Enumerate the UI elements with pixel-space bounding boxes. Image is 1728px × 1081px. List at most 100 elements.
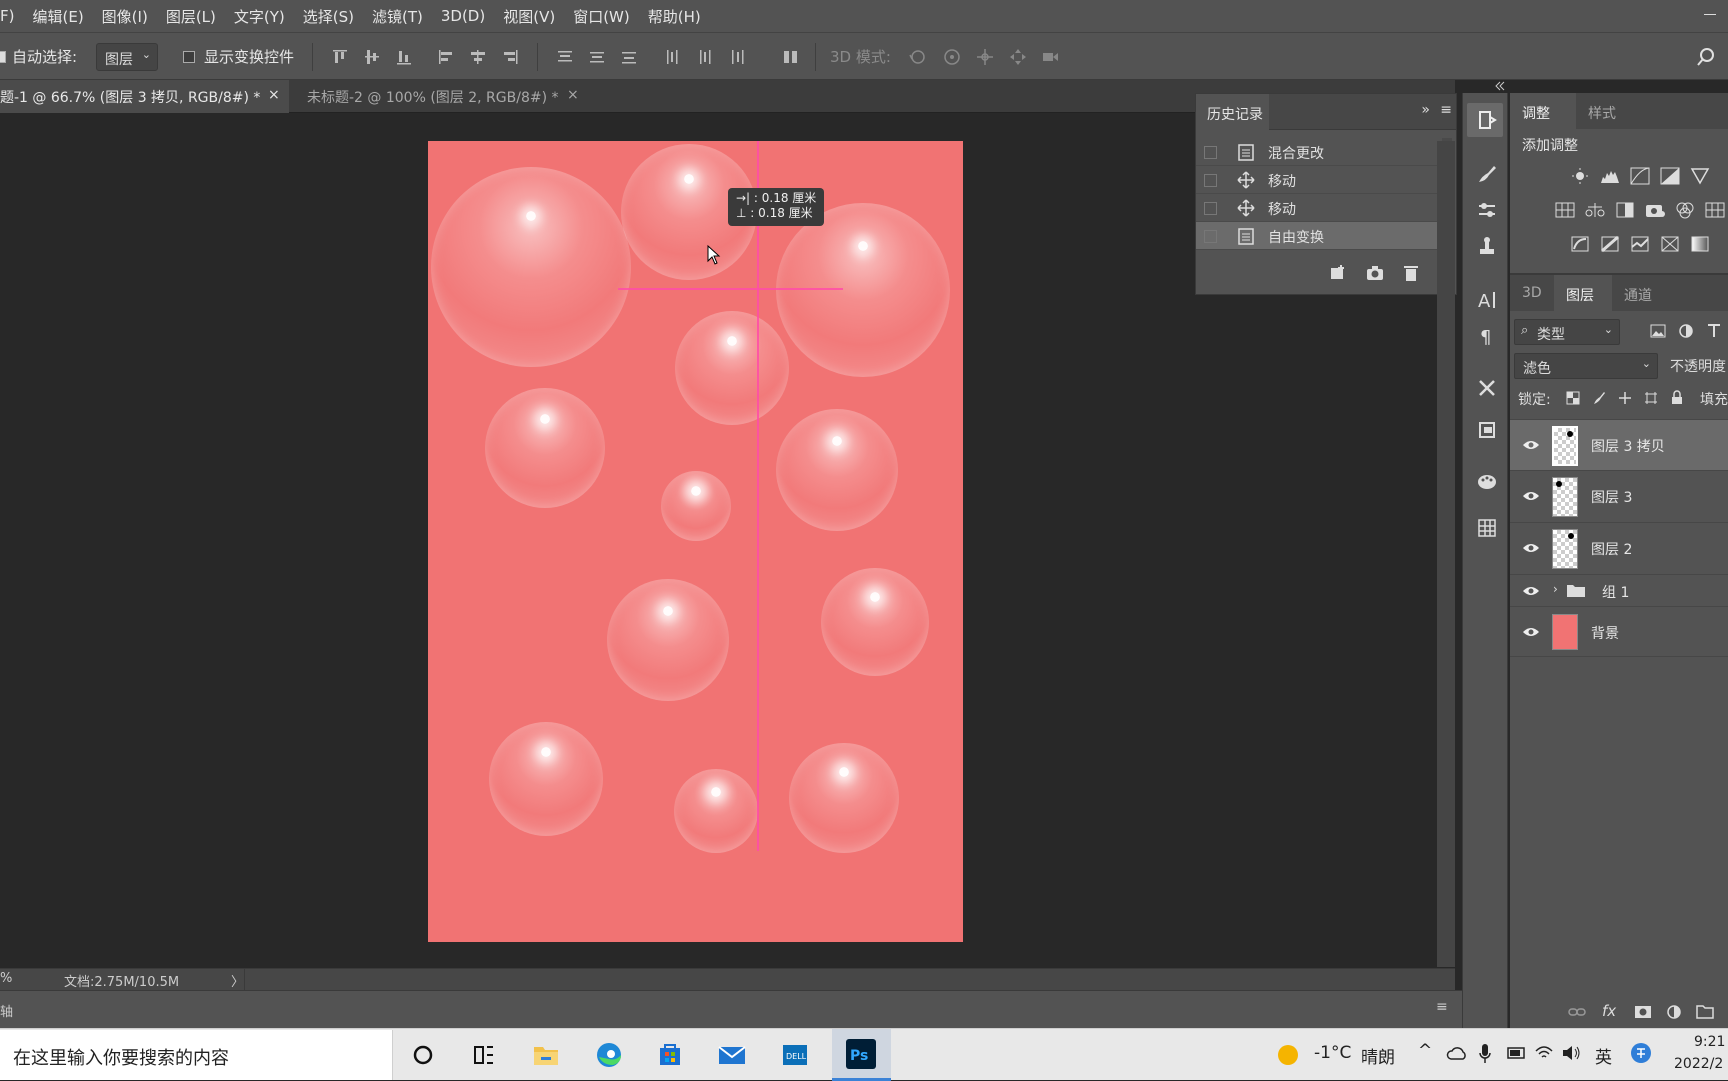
menu-help[interactable]: 帮助(H) bbox=[639, 6, 710, 27]
chevron-right-icon[interactable]: › bbox=[1553, 582, 1558, 596]
edge-browser-icon[interactable] bbox=[591, 1037, 627, 1073]
menu-filter[interactable]: 滤镜(T) bbox=[363, 6, 432, 27]
blend-mode-dropdown[interactable]: 滤色 ⌄ bbox=[1514, 353, 1658, 379]
menu-window[interactable]: 窗口(W) bbox=[564, 6, 639, 27]
minimize-icon[interactable] bbox=[1704, 14, 1716, 15]
3d-slide-icon[interactable] bbox=[1008, 47, 1028, 67]
eye-icon[interactable] bbox=[1522, 625, 1540, 639]
3d-roll-icon[interactable] bbox=[942, 47, 962, 67]
posterize-icon[interactable] bbox=[1599, 235, 1621, 253]
3d-pan-icon[interactable] bbox=[975, 47, 995, 67]
camera-icon[interactable] bbox=[1365, 264, 1385, 282]
swatches-grid-icon[interactable] bbox=[1476, 517, 1498, 539]
layer-row[interactable]: 图层 3 bbox=[1510, 471, 1728, 523]
clone-source-icon[interactable] bbox=[1476, 235, 1498, 257]
tab-adjustments[interactable]: 调整 bbox=[1510, 93, 1576, 129]
cortana-icon[interactable] bbox=[405, 1037, 441, 1073]
fx-icon[interactable]: fx bbox=[1602, 1002, 1616, 1020]
new-adjustment-layer-icon[interactable] bbox=[1666, 1004, 1682, 1020]
document-canvas[interactable] bbox=[428, 141, 963, 942]
layer-name[interactable]: 图层 3 拷贝 bbox=[1591, 436, 1665, 456]
history-item[interactable]: 移动 bbox=[1196, 194, 1440, 222]
distribute-left-icon[interactable] bbox=[663, 47, 683, 67]
eye-icon[interactable] bbox=[1522, 541, 1540, 555]
microphone-icon[interactable] bbox=[1478, 1043, 1492, 1065]
character-icon[interactable]: A bbox=[1476, 289, 1498, 311]
tab-document-2[interactable]: 未标题-2 @ 100% (图层 2, RGB/8#) * × bbox=[291, 80, 587, 113]
clock-date[interactable]: 2022/2 bbox=[1674, 1056, 1723, 1072]
lock-image-pixels-icon[interactable] bbox=[1592, 391, 1606, 405]
curves-icon[interactable] bbox=[1629, 167, 1651, 185]
show-transform-checkbox[interactable] bbox=[183, 51, 195, 63]
layer-group-row[interactable]: › 组 1 bbox=[1510, 575, 1728, 607]
menu-type[interactable]: 文字(Y) bbox=[225, 6, 294, 27]
brush-settings-icon[interactable] bbox=[1476, 163, 1498, 185]
3d-orbit-icon[interactable] bbox=[908, 47, 928, 67]
align-top-icon[interactable] bbox=[330, 47, 350, 67]
align-right-icon[interactable] bbox=[500, 47, 520, 67]
tab-channels[interactable]: 通道 bbox=[1612, 275, 1674, 311]
menu-edit[interactable]: 编辑(E) bbox=[23, 6, 92, 27]
properties-icon[interactable] bbox=[1476, 419, 1498, 441]
history-snapshot-box[interactable] bbox=[1204, 202, 1217, 215]
align-bottom-icon[interactable] bbox=[394, 47, 414, 67]
layer-row[interactable]: 图层 3 拷贝 bbox=[1510, 419, 1728, 471]
panel-menu-icon[interactable]: ≡ bbox=[1440, 102, 1452, 118]
input-method-icon[interactable] bbox=[1630, 1042, 1652, 1064]
history-item-selected[interactable]: 自由变换 bbox=[1196, 222, 1440, 250]
layer-name[interactable]: 图层 2 bbox=[1591, 539, 1632, 559]
black-white-icon[interactable] bbox=[1614, 201, 1636, 219]
menu-select[interactable]: 选择(S) bbox=[294, 6, 363, 27]
history-title[interactable]: 历史记录 bbox=[1196, 94, 1269, 130]
eye-icon[interactable] bbox=[1522, 438, 1540, 452]
history-snapshot-box[interactable] bbox=[1204, 174, 1217, 187]
menu-3d[interactable]: 3D(D) bbox=[432, 7, 494, 25]
tool-presets-icon[interactable] bbox=[1476, 377, 1498, 399]
distribute-vcenter-icon[interactable] bbox=[587, 47, 607, 67]
layer-row[interactable]: 背景 bbox=[1510, 607, 1728, 657]
mail-icon[interactable] bbox=[714, 1037, 750, 1073]
photoshop-taskbar-button[interactable]: Ps bbox=[832, 1029, 891, 1081]
layer-name[interactable]: 背景 bbox=[1591, 623, 1619, 643]
trash-icon[interactable] bbox=[1401, 264, 1421, 282]
status-menu-arrow-icon[interactable]: 〉 bbox=[231, 971, 244, 990]
volume-icon[interactable] bbox=[1560, 1043, 1582, 1063]
lock-artboard-icon[interactable] bbox=[1644, 391, 1658, 405]
distribute-bottom-icon[interactable] bbox=[619, 47, 639, 67]
onedrive-cloud-icon[interactable] bbox=[1446, 1045, 1468, 1061]
close-icon[interactable]: × bbox=[567, 87, 579, 103]
menu-view[interactable]: 视图(V) bbox=[494, 6, 564, 27]
menu-file[interactable]: F) bbox=[0, 7, 23, 25]
tab-layers[interactable]: 图层 bbox=[1554, 275, 1612, 311]
distribute-top-icon[interactable] bbox=[555, 47, 575, 67]
distribute-right-icon[interactable] bbox=[727, 47, 747, 67]
filter-adjustment-layer-icon[interactable] bbox=[1678, 323, 1694, 339]
paragraph-icon[interactable]: ¶ bbox=[1476, 325, 1498, 347]
layer-name[interactable]: 图层 3 bbox=[1591, 487, 1632, 507]
ime-indicator[interactable]: 英 bbox=[1595, 1043, 1612, 1068]
vibrance-icon[interactable] bbox=[1689, 167, 1711, 185]
menu-image[interactable]: 图像(I) bbox=[93, 6, 157, 27]
distribute-spacing-icon[interactable] bbox=[781, 47, 801, 67]
vertical-scrollbar[interactable] bbox=[1437, 141, 1455, 967]
photo-filter-icon[interactable] bbox=[1644, 201, 1666, 219]
new-document-from-state-icon[interactable] bbox=[1328, 264, 1348, 282]
weather-sun-icon[interactable] bbox=[1276, 1043, 1300, 1067]
threshold-icon[interactable] bbox=[1629, 235, 1651, 253]
color-lookup-icon[interactable] bbox=[1704, 201, 1726, 219]
brush-presets-icon[interactable] bbox=[1476, 199, 1498, 221]
color-palette-icon[interactable] bbox=[1476, 471, 1498, 493]
microsoft-store-icon[interactable] bbox=[652, 1037, 688, 1073]
close-icon[interactable]: × bbox=[268, 87, 280, 103]
collapse-icon[interactable] bbox=[1495, 81, 1505, 91]
brightness-icon[interactable] bbox=[1569, 167, 1591, 185]
levels-icon[interactable] bbox=[1599, 167, 1621, 185]
history-snapshot-box[interactable] bbox=[1204, 230, 1217, 243]
lock-all-icon[interactable] bbox=[1670, 390, 1684, 405]
auto-select-dropdown[interactable]: 图层 ⌄ bbox=[96, 43, 158, 71]
align-vcenter-icon[interactable] bbox=[362, 47, 382, 67]
new-group-folder-icon[interactable] bbox=[1696, 1004, 1714, 1019]
layer-row[interactable]: 图层 2 bbox=[1510, 523, 1728, 575]
search-icon[interactable] bbox=[1696, 47, 1716, 67]
battery-icon[interactable] bbox=[1504, 1045, 1526, 1061]
